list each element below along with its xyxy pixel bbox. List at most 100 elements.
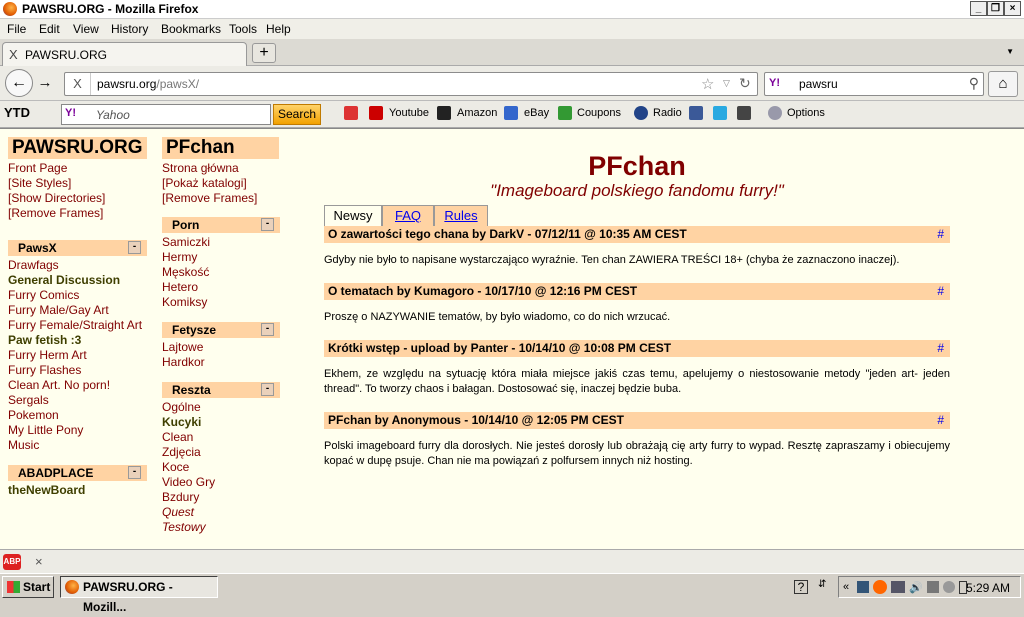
board-link[interactable]: Lajtowe (162, 340, 280, 355)
news-permalink[interactable]: # (937, 341, 944, 355)
menu-history[interactable]: History (111, 22, 148, 36)
board-link[interactable]: Koce (162, 460, 280, 475)
menu-edit[interactable]: Edit (39, 22, 60, 36)
display-icon[interactable] (891, 581, 905, 593)
coupons-link[interactable]: Coupons (577, 107, 621, 119)
search-icon[interactable]: ⚲ (969, 75, 979, 92)
menu-help[interactable]: Help (266, 22, 291, 36)
board-link[interactable]: Furry Flashes (8, 363, 147, 378)
yahoo-search-button[interactable]: Search (273, 104, 321, 125)
youtube-icon[interactable] (369, 106, 383, 120)
menu-view[interactable]: View (73, 22, 99, 36)
board-link[interactable]: Furry Male/Gay Art (8, 303, 147, 318)
news-permalink[interactable]: # (937, 413, 944, 427)
facebook-icon[interactable] (689, 106, 703, 120)
board-link[interactable]: Video Gry (162, 475, 280, 490)
board-link[interactable]: Sergals (8, 393, 147, 408)
amazon-icon[interactable] (437, 106, 451, 120)
url-text[interactable]: pawsru.org/pawsX/ (97, 77, 199, 91)
board-link[interactable]: Drawfags (8, 258, 147, 273)
board-link[interactable]: Bzdury (162, 490, 280, 505)
strona-glowna-link[interactable]: Strona główna (162, 161, 280, 176)
board-link[interactable]: Paw fetish :3 (8, 333, 147, 348)
forward-arrow-icon[interactable]: → (34, 73, 56, 93)
system-clock[interactable]: 5:29 AM (966, 581, 1010, 595)
collapse-porn-button[interactable]: - (261, 218, 274, 231)
ebay-link[interactable]: eBay (524, 107, 549, 119)
collapse-fetysze-button[interactable]: - (261, 323, 274, 336)
board-link[interactable]: Clean (162, 430, 280, 445)
board-link[interactable]: Męskość (162, 265, 280, 280)
collapse-abadplace-button[interactable]: - (128, 466, 141, 479)
board-link[interactable]: Samiczki (162, 235, 280, 250)
new-tab-button[interactable]: + (252, 43, 276, 63)
yahoo-icon[interactable]: Y! (65, 107, 76, 119)
gear-icon[interactable] (768, 106, 782, 120)
back-arrow-icon[interactable]: ← (5, 69, 33, 97)
pokaz-katalogi-link[interactable]: [Pokaż katalogi] (162, 176, 280, 191)
tab-pawsru[interactable]: X PAWSRU.ORG (2, 42, 247, 66)
collapse-reszta-button[interactable]: - (261, 383, 274, 396)
board-link[interactable]: Testowy (162, 520, 280, 535)
twitter-icon[interactable] (713, 106, 727, 120)
site-identity-icon[interactable]: X (65, 73, 91, 95)
tab-rules[interactable]: Rules (434, 205, 488, 227)
youtube-link[interactable]: Youtube (389, 107, 429, 119)
board-link[interactable]: General Discussion (8, 273, 147, 288)
remove-frames-link[interactable]: [Remove Frames] (8, 206, 147, 221)
front-page-link[interactable]: Front Page (8, 161, 147, 176)
board-link[interactable]: Pokemon (8, 408, 147, 423)
tray-expand-icon[interactable]: « (843, 581, 849, 593)
news-permalink[interactable]: # (937, 227, 944, 241)
tray-app-icon[interactable] (943, 581, 955, 593)
search-engine-icon[interactable]: Y! (769, 77, 780, 89)
taskbar-firefox-item[interactable]: PAWSRU.ORG - Mozill... (60, 576, 218, 614)
help-icon[interactable]: ? (794, 580, 808, 594)
close-addon-bar-icon[interactable]: × (35, 554, 43, 569)
board-link[interactable]: Kucyki (162, 415, 280, 430)
thenewboard-link[interactable]: theNewBoard (8, 483, 147, 498)
amazon-link[interactable]: Amazon (457, 107, 497, 119)
bookmark-star-icon[interactable]: ☆ (701, 75, 714, 93)
board-link[interactable]: Furry Herm Art (8, 348, 147, 363)
tab-faq[interactable]: FAQ (382, 205, 434, 227)
board-link[interactable]: Clean Art. No porn! (8, 378, 147, 393)
board-link[interactable]: My Little Pony (8, 423, 147, 438)
pf-remove-frames-link[interactable]: [Remove Frames] (162, 191, 280, 206)
site-styles-link[interactable]: [Site Styles] (8, 176, 147, 191)
collapse-pawsx-button[interactable]: - (128, 241, 141, 254)
board-link[interactable]: Hermy (162, 250, 280, 265)
rules-link[interactable]: Rules (444, 208, 477, 223)
board-link[interactable]: Hetero (162, 280, 280, 295)
tab-newsy[interactable]: Newsy (324, 205, 382, 227)
address-bar[interactable]: X pawsru.org/pawsX/ ☆ ▽ ↻ (64, 72, 758, 96)
avast-icon[interactable] (873, 580, 887, 594)
options-menu[interactable]: Options (787, 107, 825, 119)
board-link[interactable]: Furry Comics (8, 288, 147, 303)
board-link[interactable]: Furry Female/Straight Art (8, 318, 147, 333)
minimize-button[interactable]: _ (970, 1, 987, 16)
yahoo-search-input[interactable]: Yahoo (96, 108, 130, 122)
reload-icon[interactable]: ↻ (739, 75, 751, 92)
show-directories-link[interactable]: [Show Directories] (8, 191, 147, 206)
board-link[interactable]: Ogólne (162, 400, 280, 415)
ytd-logo[interactable]: YTD (4, 105, 30, 120)
menu-bookmarks[interactable]: Bookmarks (161, 22, 221, 36)
yahoo-search-box[interactable]: Y! Yahoo (61, 104, 271, 125)
download-icon[interactable] (344, 106, 358, 120)
radio-icon[interactable] (634, 106, 648, 120)
start-button[interactable]: Start (2, 576, 54, 598)
board-link[interactable]: Zdjęcia (162, 445, 280, 460)
tab-list-icon[interactable]: ▼ (1006, 47, 1014, 56)
network-icon[interactable] (857, 581, 869, 593)
restore-button[interactable]: ❐ (987, 1, 1004, 16)
volume-icon[interactable]: 🔊 (909, 581, 923, 594)
menu-file[interactable]: File (7, 22, 26, 36)
menu-tools[interactable]: Tools (229, 22, 257, 36)
board-link[interactable]: Komiksy (162, 295, 280, 310)
faq-link[interactable]: FAQ (395, 208, 421, 223)
home-icon[interactable]: ⌂ (988, 71, 1018, 97)
device-icon[interactable] (927, 581, 939, 593)
board-link[interactable]: Quest (162, 505, 280, 520)
google-plus-icon[interactable] (737, 106, 751, 120)
